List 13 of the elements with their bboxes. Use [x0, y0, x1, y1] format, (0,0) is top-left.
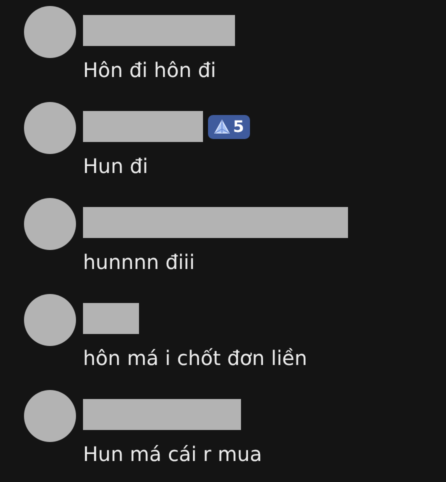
pyramid-icon	[214, 118, 230, 134]
avatar	[24, 390, 76, 442]
avatar	[24, 294, 76, 346]
avatar	[24, 102, 76, 154]
comment-text: hunnnn điii	[83, 250, 196, 274]
redacted-name	[83, 303, 139, 334]
badge-count: 5	[233, 117, 244, 136]
comment-text: Hun đi	[83, 154, 149, 178]
comment-text: hôn má i chốt đơn liền	[83, 346, 308, 370]
avatar	[24, 6, 76, 58]
comment-text: Hun má cái r mua	[83, 442, 262, 466]
comment-text: Hôn đi hôn đi	[83, 58, 218, 82]
avatar	[24, 198, 76, 250]
